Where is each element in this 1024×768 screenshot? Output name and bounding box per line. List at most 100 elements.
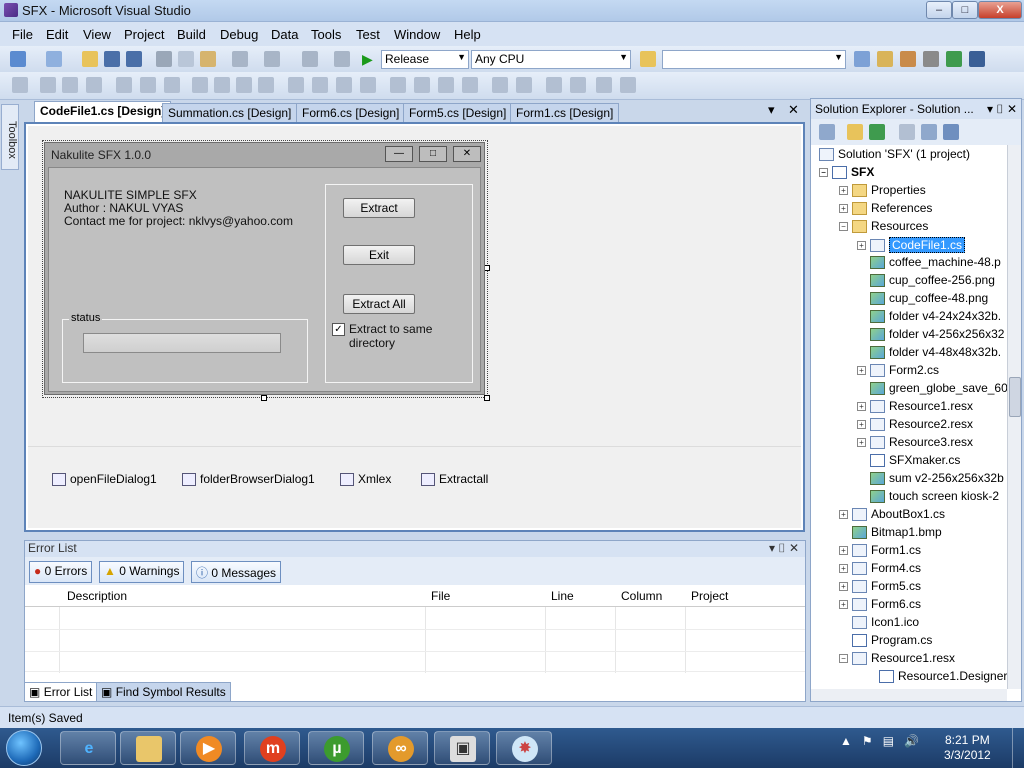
start-debugging-icon[interactable]: ▶ (362, 51, 378, 67)
extract-all-button[interactable]: Extract All (343, 294, 415, 314)
extract-button[interactable]: Extract (343, 198, 415, 218)
tab-form1-design[interactable]: Form1.cs [Design] (510, 103, 620, 122)
resize-handle-corner[interactable] (484, 395, 490, 401)
tree-item[interactable]: + Resource1.resx (857, 399, 973, 413)
expand-icon[interactable]: + (839, 563, 848, 573)
show-desktop-button[interactable] (1012, 728, 1024, 768)
panel-controls[interactable]: ▾ ⌷ ✕ (987, 102, 1017, 117)
tree-item[interactable]: − Resource1.resx (839, 651, 955, 665)
tree-item[interactable]: + Form4.cs (839, 561, 921, 575)
paste-icon[interactable] (200, 51, 216, 67)
column-description[interactable]: Description (67, 589, 127, 603)
taskbar-internet-explorer[interactable]: e (60, 731, 116, 765)
column-project[interactable]: Project (691, 589, 728, 603)
tray-extractall[interactable]: Extractall (421, 472, 488, 486)
tray-openfiledialog[interactable]: openFileDialog1 (52, 472, 157, 486)
class-diagram-icon[interactable] (943, 124, 959, 140)
form-close-button[interactable]: ✕ (453, 146, 481, 162)
redo-icon[interactable] (264, 51, 280, 67)
save-icon[interactable] (104, 51, 120, 67)
remove-vertical-spacing-icon[interactable] (462, 77, 478, 93)
start-page-icon[interactable] (946, 51, 962, 67)
tree-item[interactable]: Icon1.ico (852, 615, 919, 629)
tree-item[interactable]: folder v4-48x48x32b. (870, 345, 1001, 359)
taskbar-utorrent[interactable]: µ (308, 731, 364, 765)
expand-icon[interactable]: + (839, 581, 848, 591)
vertical-scrollbar[interactable] (1007, 145, 1021, 689)
save-all-icon[interactable] (126, 51, 142, 67)
find-in-files-icon[interactable] (640, 51, 656, 67)
align-to-grid-icon[interactable] (12, 77, 28, 93)
form-minimize-button[interactable]: — (385, 146, 413, 162)
expand-icon[interactable]: + (857, 437, 866, 447)
command-window-icon[interactable] (969, 51, 985, 67)
cut-icon[interactable] (156, 51, 172, 67)
menu-data[interactable]: Data (271, 27, 298, 42)
column-column[interactable]: Column (621, 589, 662, 603)
tree-item[interactable]: green_globe_save_60 (870, 381, 1008, 395)
warnings-filter-button[interactable]: ▲ 0 Warnings (99, 561, 185, 583)
solution-root[interactable]: Solution 'SFX' (1 project) (819, 147, 970, 161)
menu-file[interactable]: File (12, 27, 33, 42)
align-lefts-icon[interactable] (40, 77, 56, 93)
add-item-icon[interactable] (46, 51, 62, 67)
tree-item-selected[interactable]: + CodeFile1.cs (857, 237, 966, 253)
messages-filter-button[interactable]: ⓘ 0 Messages (191, 561, 282, 583)
tree-item[interactable]: SFXmaker.cs (870, 453, 960, 467)
tree-item[interactable]: cup_coffee-256.png (870, 273, 995, 287)
designed-form[interactable]: Nakulite SFX 1.0.0 — □ ✕ NAKULITE SIMPLE… (44, 142, 485, 395)
collapse-icon[interactable]: − (839, 653, 848, 663)
tree-item[interactable]: + Resource3.resx (857, 435, 973, 449)
tree-item[interactable]: Bitmap1.bmp (852, 525, 942, 539)
expand-icon[interactable]: + (839, 545, 848, 555)
increase-vertical-spacing-icon[interactable] (414, 77, 430, 93)
tab-form6-design[interactable]: Form6.cs [Design] (296, 103, 406, 122)
decrease-horizontal-spacing-icon[interactable] (336, 77, 352, 93)
make-same-width-icon[interactable] (192, 77, 208, 93)
menu-build[interactable]: Build (177, 27, 206, 42)
menu-debug[interactable]: Debug (220, 27, 258, 42)
start-button[interactable] (6, 730, 42, 766)
tree-item[interactable]: folder v4-256x256x32 (870, 327, 1004, 341)
project-node[interactable]: − SFX (819, 165, 874, 179)
show-hidden-icons-icon[interactable]: ▲ (840, 734, 852, 748)
menu-view[interactable]: View (83, 27, 111, 42)
properties-icon[interactable] (877, 51, 893, 67)
collapse-icon[interactable]: − (839, 221, 848, 231)
center-vertically-icon[interactable] (516, 77, 532, 93)
menu-window[interactable]: Window (394, 27, 440, 42)
solution-configuration-select[interactable]: Release ▼ (381, 50, 469, 69)
tree-item[interactable]: + Properties (839, 183, 926, 197)
size-to-grid-icon[interactable] (214, 77, 230, 93)
action-center-icon[interactable]: ⚑ (862, 734, 873, 748)
expand-icon[interactable]: + (857, 240, 866, 250)
make-same-height-icon[interactable] (236, 77, 252, 93)
volume-icon[interactable]: 🔊 (904, 734, 919, 748)
taskbar-paint[interactable]: ✸ (496, 731, 552, 765)
expand-icon[interactable]: + (839, 185, 848, 195)
exit-button[interactable]: Exit (343, 245, 415, 265)
tree-item[interactable]: Resource1.Designer. (879, 669, 1010, 683)
taskbar-media-player[interactable]: ▶ (180, 731, 236, 765)
scrollbar-thumb[interactable] (1009, 377, 1021, 417)
menu-test[interactable]: Test (356, 27, 380, 42)
object-browser-icon[interactable] (900, 51, 916, 67)
taskbar-visual-studio[interactable]: ∞ (372, 731, 428, 765)
minimize-button[interactable]: – (926, 1, 952, 19)
toolbox-tab[interactable]: Toolbox (1, 104, 19, 170)
panel-controls[interactable]: ▾ ⌷ ✕ (769, 541, 799, 556)
navigate-backward-icon[interactable] (302, 51, 318, 67)
tab-find-symbol-results[interactable]: ▣ Find Symbol Results (96, 682, 231, 702)
bring-to-front-icon[interactable] (546, 77, 562, 93)
tab-error-list[interactable]: ▣ Error List (24, 682, 98, 702)
tab-codefile1-design[interactable]: CodeFile1.cs [Design] (34, 101, 172, 122)
taskbar-file-explorer[interactable] (120, 731, 176, 765)
maximize-button[interactable]: □ (952, 1, 978, 19)
align-middles-icon[interactable] (140, 77, 156, 93)
open-file-icon[interactable] (82, 51, 98, 67)
align-rights-icon[interactable] (86, 77, 102, 93)
navigate-forward-icon[interactable] (334, 51, 350, 67)
menu-help[interactable]: Help (454, 27, 481, 42)
horizontal-spacing-icon[interactable] (288, 77, 304, 93)
tab-list-dropdown-icon[interactable]: ▾ (768, 102, 775, 118)
